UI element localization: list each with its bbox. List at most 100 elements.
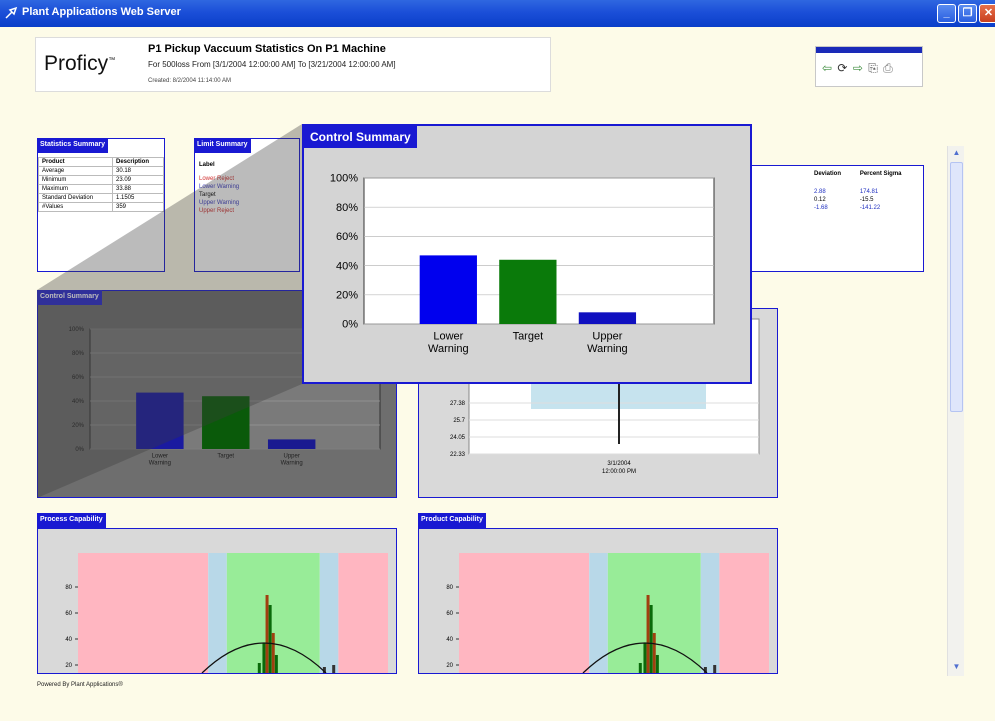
close-button[interactable]: ✕ [979,4,995,23]
forward-arrow-icon[interactable]: ⇨ [853,61,863,75]
bar [499,259,557,324]
vertical-scrollbar[interactable]: ▲ ▼ [947,146,964,676]
minimize-button[interactable]: _ [937,4,956,23]
x-tick-label: Warning [587,343,628,355]
histogram-bar [257,663,261,673]
table-row: 0.12 -15.5 [811,196,923,204]
y-tick-label: 80 [446,585,453,591]
proficy-logo: Proficy™ [44,52,116,75]
y-tick-label: 80% [72,351,85,357]
restore-button[interactable]: ❐ [958,4,977,23]
report-subtitle: For 500loss From [3/1/2004 12:00:00 AM] … [148,60,396,69]
histogram-bar [262,643,266,673]
scroll-down-icon[interactable]: ▼ [950,660,963,673]
limit-row: Target [199,192,216,198]
y-tick-label: 40% [72,399,85,405]
y-tick-label: 20% [336,289,358,301]
histogram-bar [265,595,269,673]
stats-header-product: Product [38,157,113,167]
y-tick-label: 0% [75,447,84,453]
y-tick-label: 22.33 [450,452,466,458]
y-tick-label: 40% [336,260,358,272]
dev-cell: -15.5 [859,197,874,203]
y-tick-label: 80 [65,585,72,591]
stats-cell: #Values [38,202,113,212]
dev-cell: 0.12 [814,197,826,203]
window-titlebar: Plant Applications Web Server _ ❐ ✕ [0,0,995,27]
x-tick-label: Lower [433,330,463,342]
table-row: Minimum 23.09 [38,175,165,185]
y-tick-label: 100% [69,327,85,333]
x-tick-label: Upper [592,330,622,342]
y-tick-label: 60 [65,611,72,617]
y-tick-label: 80% [336,202,358,214]
window-title: Plant Applications Web Server [22,6,181,18]
x-tick-label: Warning [281,460,303,466]
product-capability-panel: Product Capability 20 40 60 80 [418,513,778,674]
footer-text: Powered By Plant Applications® [37,682,123,688]
dev-cell: -141.22 [859,205,881,211]
statistics-summary-label: Statistics Summary [37,138,108,153]
control-summary-zoom-label: Control Summary [304,126,417,148]
stats-cell: 33.88 [111,184,165,194]
x-tick-label: 12:00:00 PM [602,469,636,475]
stats-cell: 23.09 [111,175,165,185]
table-row: Standard Deviation 1.1505 [38,193,165,203]
y-tick-label: 20 [446,663,453,669]
histogram-bar [274,655,278,673]
stats-cell: Maximum [38,184,113,194]
histogram-bar [713,665,717,673]
histogram-bar [649,605,653,673]
report-header: Proficy™ P1 Pickup Vaccuum Statistics On… [35,37,551,92]
y-tick-label: 60 [446,611,453,617]
limit-row: Upper Warning [199,200,240,206]
warning-zone [700,553,720,673]
x-tick-label: Lower [152,453,168,459]
limit-row: Lower Warning [199,184,240,190]
histogram-bar [646,595,650,673]
x-tick-label: Upper [284,453,300,459]
refresh-icon[interactable]: ⟳ [837,61,847,75]
y-tick-label: 24.05 [450,435,466,441]
x-tick-label: 3/1/2004 [607,461,631,467]
product-capability-label: Product Capability [418,513,486,528]
reject-zone [78,553,209,673]
table-row: -1.68 -141.22 [811,204,923,212]
y-tick-label: 40 [446,637,453,643]
limit-header: Label [199,162,215,168]
bar [267,439,316,449]
reject-zone [459,553,590,673]
bar [136,392,184,449]
print-icon[interactable]: ⎙ [883,61,893,76]
histogram-bar [638,663,642,673]
table-row: #Values 359 [38,202,165,212]
percent-sigma-header: Percent Sigma [859,171,902,177]
nav-toolbar-bar [816,47,922,53]
y-tick-label: 25.7 [453,418,465,424]
report-created-date: Created: 8/2/2004 11:14:00 AM [148,78,231,84]
y-tick-label: 20 [65,663,72,669]
y-tick-label: 27.38 [450,401,466,407]
export-icon[interactable]: ⎘ [868,61,878,76]
table-row: Maximum 33.88 [38,184,165,194]
dev-cell: 174.81 [859,189,879,195]
table-row: Average 30.18 [38,166,165,176]
scroll-up-icon[interactable]: ▲ [950,146,963,159]
x-tick-label: Target [513,330,544,342]
stats-cell: Standard Deviation [38,193,113,203]
stats-cell: Average [38,166,113,176]
process-capability-label: Process Capability [37,513,106,528]
control-summary-zoom-panel: Control Summary 0% 20% 40% 60% 80% 100% Lower W… [302,124,752,384]
histogram-bar [271,633,275,673]
back-arrow-icon[interactable]: ⇦ [822,61,832,75]
deviation-table: Deviation Percent Sigma 2.88 174.81 0.12-… [811,170,923,212]
y-tick-label: 60% [336,231,358,243]
y-tick-label: 40 [65,637,72,643]
bar [419,255,477,324]
x-tick-label: Warning [149,460,171,466]
limit-summary-label: Limit Summary [194,138,251,153]
limit-summary-panel: Limit Summary Label Lower Reject Lower W… [194,138,300,272]
process-capability-panel: Process Capability 20 40 60 80 [37,513,397,674]
scrollbar-thumb[interactable] [950,162,963,412]
x-tick-label: Target [217,453,234,459]
